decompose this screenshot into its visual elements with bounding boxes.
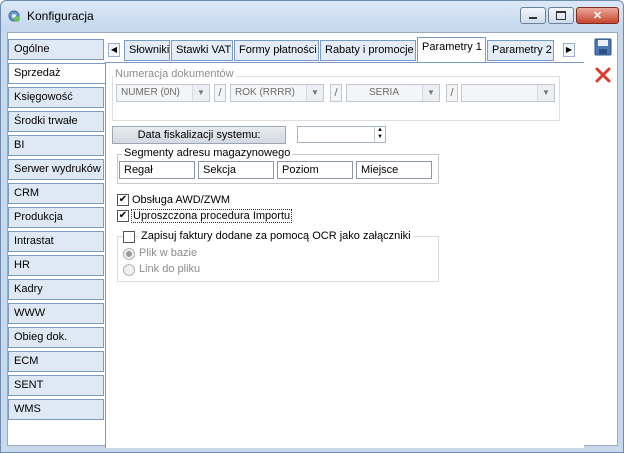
left-tab-item[interactable]: HR: [8, 255, 104, 276]
plik-radio[interactable]: [123, 248, 135, 260]
cancel-button[interactable]: [592, 64, 614, 86]
maximize-button[interactable]: [548, 7, 574, 24]
left-tab-item[interactable]: WMS: [8, 399, 104, 420]
left-tab-item[interactable]: WWW: [8, 303, 104, 324]
title-bar[interactable]: Konfiguracja ✕: [1, 1, 623, 31]
segment-poziom[interactable]: Poziom: [277, 161, 353, 179]
left-tab-item[interactable]: Środki trwałe: [8, 111, 104, 132]
floppy-save-icon: [594, 38, 612, 56]
link-label: Link do pliku: [139, 263, 201, 275]
segment-miejsce[interactable]: Miejsce: [356, 161, 432, 179]
numer-combo[interactable]: NUMER (0N) ▼: [116, 84, 210, 102]
seria-combo-value: SERIA: [369, 87, 400, 98]
segment-sekcja[interactable]: Sekcja: [198, 161, 274, 179]
segmenty-label: Segmenty adresu magazynowego: [122, 147, 293, 159]
spin-icon[interactable]: ▲ ▼: [374, 127, 385, 142]
segment-regal[interactable]: Regał: [119, 161, 195, 179]
minimize-button[interactable]: [520, 7, 546, 24]
left-tab-item[interactable]: ECM: [8, 351, 104, 372]
top-tab-item[interactable]: Słowniki: [124, 40, 170, 61]
link-radio[interactable]: [123, 264, 135, 276]
maximize-icon: [556, 11, 566, 20]
separator-3: /: [446, 84, 458, 102]
arrow-left-icon: ◀: [110, 45, 118, 54]
left-tab-item[interactable]: BI: [8, 135, 104, 156]
chevron-down-icon: ▼: [306, 85, 323, 101]
ocr-group: [117, 236, 439, 282]
left-tab-item[interactable]: Księgowość: [8, 87, 104, 108]
import-checkbox[interactable]: ✔: [117, 210, 129, 222]
top-tab-item[interactable]: Formy płatności: [234, 40, 319, 61]
gear-app-icon: [8, 10, 20, 22]
chevron-down-icon: ▼: [192, 85, 209, 101]
minimize-icon: [529, 17, 537, 19]
top-tab-item[interactable]: Parametry 2: [487, 40, 554, 61]
tab-scroll-left-button[interactable]: ◀: [108, 43, 120, 57]
left-tab-item[interactable]: Intrastat: [8, 231, 104, 252]
left-tab-item[interactable]: Produkcja: [8, 207, 104, 228]
close-button[interactable]: ✕: [576, 7, 619, 24]
fiskalizacja-date-input[interactable]: ▲ ▼: [297, 126, 386, 143]
left-tab-item[interactable]: SENT: [8, 375, 104, 396]
left-tab-item[interactable]: Ogólne: [8, 39, 104, 60]
left-tab-item[interactable]: Obieg dok.: [8, 327, 104, 348]
top-tab-item[interactable]: Rabaty i promocje: [320, 40, 416, 61]
left-tab-item[interactable]: Serwer wydruków: [8, 159, 104, 180]
window-title: Konfiguracja: [27, 9, 94, 23]
numer-combo-value: NUMER (0N): [121, 87, 180, 98]
ocr-checkbox[interactable]: [123, 231, 135, 243]
tab-scroll-right-button[interactable]: ▶: [563, 43, 575, 57]
seria-combo[interactable]: SERIA ▼: [346, 84, 440, 102]
chevron-down-icon: ▼: [422, 85, 439, 101]
numeracja-label: Numeracja dokumentów: [113, 68, 236, 80]
import-label: Uproszczona procedura Importu: [131, 209, 293, 223]
rok-combo[interactable]: ROK (RRRR) ▼: [230, 84, 324, 102]
separator-2: /: [330, 84, 342, 102]
save-button[interactable]: [592, 36, 614, 58]
awd-label: Obsługa AWD/ZWM: [132, 194, 230, 206]
left-tab-item[interactable]: Sprzedaż: [8, 63, 106, 84]
awd-checkbox[interactable]: ✔: [117, 194, 129, 206]
plik-label: Plik w bazie: [139, 247, 198, 259]
arrow-right-icon: ▶: [565, 45, 573, 54]
extra-combo[interactable]: ▼: [461, 84, 555, 102]
top-tab-item[interactable]: Parametry 1: [417, 37, 486, 63]
separator-1: /: [214, 84, 226, 102]
left-tab-item[interactable]: Kadry: [8, 279, 104, 300]
close-icon: ✕: [592, 10, 603, 22]
red-x-icon: [595, 67, 611, 83]
left-tab-item[interactable]: CRM: [8, 183, 104, 204]
chevron-down-icon: ▼: [537, 85, 554, 101]
ocr-label: Zapisuj faktury dodane za pomocą OCR jak…: [139, 230, 413, 242]
top-tab-item[interactable]: Stawki VAT: [171, 40, 233, 61]
rok-combo-value: ROK (RRRR): [235, 87, 295, 98]
fiskalizacja-button[interactable]: Data fiskalizacji systemu:: [112, 126, 286, 144]
